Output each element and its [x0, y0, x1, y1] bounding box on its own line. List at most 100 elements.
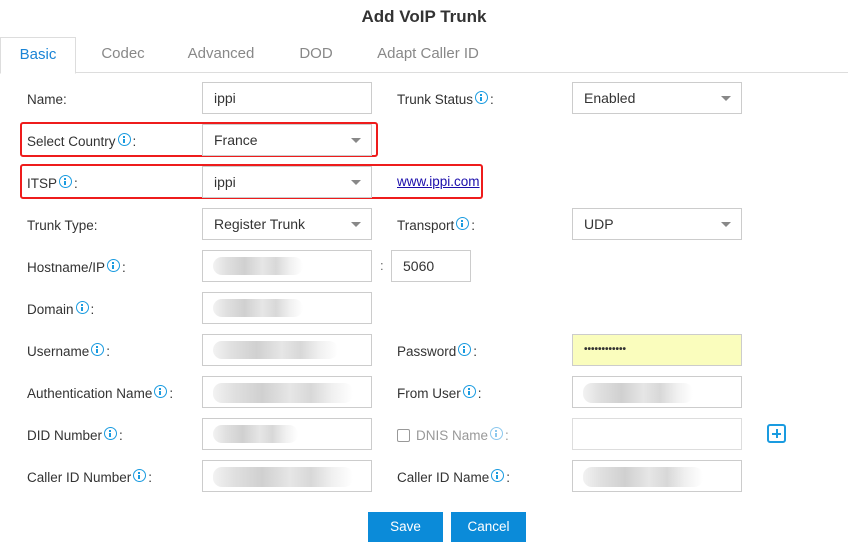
caller-id-name-label-text: Caller ID Name [397, 469, 490, 485]
hostname-label-text: Hostname/IP [27, 259, 106, 275]
trunk-type-label-text: Trunk Type: [27, 217, 98, 233]
from-user-input[interactable] [572, 376, 742, 408]
did-number-label-text: DID Number [27, 427, 103, 443]
redacted-value [213, 383, 353, 403]
info-icon[interactable] [59, 174, 73, 188]
info-icon[interactable] [475, 90, 489, 104]
name-value: ippi [214, 90, 236, 106]
caller-id-number-label-text: Caller ID Number [27, 469, 132, 485]
tab-codec[interactable]: Codec [90, 37, 156, 73]
itsp-label-text: ITSP [27, 175, 58, 191]
trunk-status-value: Enabled [584, 90, 636, 106]
domain-input[interactable] [202, 292, 372, 324]
colon: : [132, 133, 137, 149]
hostname-input[interactable] [202, 250, 372, 282]
colon: : [473, 343, 478, 359]
transport-label-text: Transport [397, 217, 455, 233]
tab-dod[interactable]: DOD [290, 37, 342, 73]
did-number-label: DID Number: [27, 425, 123, 445]
caller-id-name-label: Caller ID Name: [397, 467, 510, 487]
itsp-dropdown[interactable]: ippi [202, 166, 372, 198]
redacted-value [213, 257, 303, 275]
tab-bar: Basic Codec Advanced DOD Adapt Caller ID [0, 37, 848, 74]
trunk-type-value: Register Trunk [214, 216, 306, 232]
trunk-status-label-text: Trunk Status [397, 91, 474, 107]
redacted-value [213, 467, 353, 487]
info-icon[interactable] [456, 216, 470, 230]
redacted-value [583, 467, 703, 487]
redacted-value [213, 299, 303, 317]
dnis-name-label: DNIS Name: [397, 425, 509, 445]
info-icon[interactable] [154, 384, 168, 398]
itsp-value: ippi [214, 174, 236, 190]
info-icon[interactable] [104, 426, 118, 440]
colon: : [169, 385, 174, 401]
info-icon[interactable] [462, 384, 476, 398]
name-label-text: Name: [27, 91, 67, 107]
transport-select[interactable]: UDP [572, 208, 742, 240]
itsp-label: ITSP: [27, 173, 78, 193]
colon: : [119, 427, 123, 443]
info-icon[interactable] [91, 342, 105, 356]
colon: : [471, 217, 476, 233]
from-user-label: From User: [397, 383, 482, 403]
trunk-type-select[interactable]: Register Trunk [202, 208, 372, 240]
domain-label-text: Domain [27, 301, 74, 317]
transport-label: Transport: [397, 215, 475, 235]
caller-id-number-input[interactable] [202, 460, 372, 492]
port-separator: : [380, 258, 384, 273]
username-label: Username: [27, 341, 110, 361]
auth-name-label: Authentication Name: [27, 383, 173, 403]
dnis-name-checkbox[interactable] [397, 428, 410, 442]
info-icon[interactable] [117, 132, 131, 146]
info-icon[interactable] [75, 300, 89, 314]
tab-adapt-caller-id[interactable]: Adapt Caller ID [368, 37, 488, 73]
colon: : [74, 175, 78, 191]
dialog-title: Add VoIP Trunk [361, 7, 487, 26]
info-icon[interactable] [490, 426, 504, 440]
trunk-type-label: Trunk Type: [27, 215, 98, 235]
redacted-value [583, 383, 693, 403]
info-icon[interactable] [458, 342, 472, 356]
colon: : [148, 469, 153, 485]
did-number-input[interactable] [202, 418, 372, 450]
username-input[interactable] [202, 334, 372, 366]
dnis-name-label-text: DNIS Name [416, 427, 489, 443]
from-user-label-text: From User [397, 385, 461, 401]
trunk-status-label: Trunk Status: [397, 89, 494, 109]
port-value: 5060 [403, 258, 435, 274]
info-icon[interactable] [107, 258, 121, 272]
hostname-label: Hostname/IP: [27, 257, 126, 277]
username-label-text: Username [27, 343, 90, 359]
port-input[interactable]: 5060 [391, 250, 471, 282]
name-label: Name: [27, 89, 67, 109]
dnis-name-input[interactable] [572, 418, 742, 450]
password-label: Password: [397, 341, 477, 361]
colon: : [506, 469, 511, 485]
password-value: •••••••••••• [584, 344, 627, 355]
itsp-website-link[interactable]: www.ippi.com [397, 174, 480, 189]
colon: : [477, 385, 482, 401]
add-dnis-button[interactable] [767, 424, 786, 443]
tab-advanced[interactable]: Advanced [178, 37, 264, 73]
colon: : [90, 301, 95, 317]
caller-id-name-input[interactable] [572, 460, 742, 492]
password-label-text: Password [397, 343, 457, 359]
auth-name-input[interactable] [202, 376, 372, 408]
domain-label: Domain: [27, 299, 94, 319]
redacted-value [213, 425, 298, 443]
name-input[interactable]: ippi [202, 82, 372, 114]
colon: : [106, 343, 111, 359]
info-icon[interactable] [133, 468, 147, 482]
select-country-value: France [214, 132, 258, 148]
redacted-value [213, 341, 338, 359]
password-input[interactable]: •••••••••••• [572, 334, 742, 366]
auth-name-label-text: Authentication Name [27, 385, 153, 401]
tab-basic[interactable]: Basic [0, 37, 76, 74]
save-button[interactable]: Save [368, 512, 443, 542]
info-icon[interactable] [491, 468, 505, 482]
select-country-dropdown[interactable]: France [202, 124, 372, 156]
cancel-button[interactable]: Cancel [451, 512, 526, 542]
trunk-status-select[interactable]: Enabled [572, 82, 742, 114]
caller-id-number-label: Caller ID Number: [27, 467, 152, 487]
